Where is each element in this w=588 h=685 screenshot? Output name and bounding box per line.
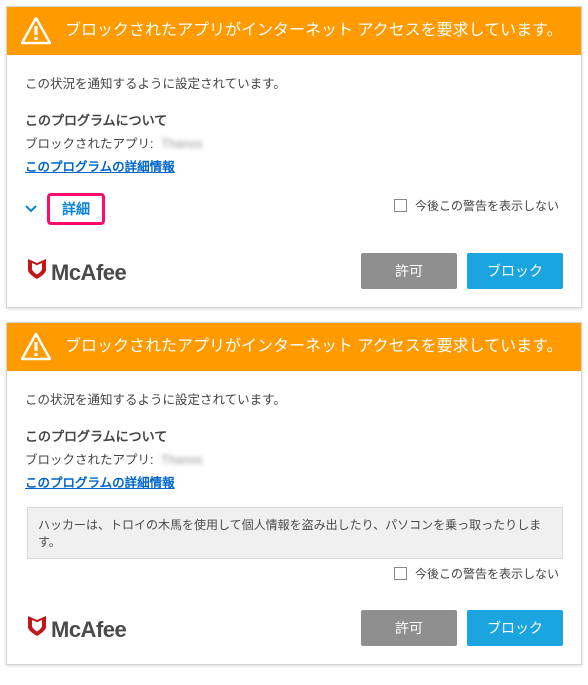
- program-details-link[interactable]: このプログラムの詳細情報: [25, 156, 175, 175]
- dialog-title: ブロックされたアプリがインターネット アクセスを要求しています。: [65, 19, 563, 42]
- mcafee-shield-icon: [25, 256, 49, 280]
- allow-button[interactable]: 許可: [361, 253, 457, 289]
- about-program-heading: このプログラムについて: [25, 426, 563, 445]
- firewall-alert-dialog-collapsed: ブロックされたアプリがインターネット アクセスを要求しています。 この状況を通知…: [6, 6, 582, 308]
- threat-info-strip: ハッカーは、トロイの木馬を使用して個人情報を盗み出したり、パソコンを乗っ取ったり…: [27, 507, 563, 559]
- chevron-down-icon[interactable]: [25, 203, 37, 215]
- suppress-warning-row: 今後この警告を表示しない: [25, 565, 559, 582]
- blocked-app-name: Thanos: [161, 137, 203, 151]
- block-button[interactable]: ブロック: [467, 610, 563, 646]
- dialog-footer: McAfee 許可 ブロック: [7, 590, 581, 664]
- blocked-app-line: ブロックされたアプリ: Thanos: [25, 133, 563, 152]
- notice-text: この状況を通知するように設定されています。: [25, 389, 563, 408]
- brand-logo: McAfee: [25, 613, 126, 643]
- details-toggle-link[interactable]: 詳細: [62, 201, 90, 217]
- brand-name: McAfee: [51, 617, 126, 643]
- dialog-body: この状況を通知するように設定されています。 このプログラムについて ブロックされ…: [7, 371, 581, 590]
- mcafee-shield-icon: [25, 613, 49, 637]
- dialog-header: ブロックされたアプリがインターネット アクセスを要求しています。: [7, 323, 581, 371]
- suppress-warning-label: 今後この警告を表示しない: [415, 565, 559, 582]
- about-program-heading: このプログラムについて: [25, 110, 563, 129]
- dialog-title: ブロックされたアプリがインターネット アクセスを要求しています。: [65, 335, 563, 358]
- blocked-app-name: Thanos: [161, 453, 203, 467]
- suppress-warning-label: 今後この警告を表示しない: [415, 197, 559, 214]
- suppress-warning-checkbox[interactable]: [394, 567, 407, 580]
- brand-name: McAfee: [51, 260, 126, 286]
- blocked-app-line: ブロックされたアプリ: Thanos: [25, 449, 563, 468]
- warning-icon: [21, 333, 51, 361]
- allow-button[interactable]: 許可: [361, 610, 457, 646]
- firewall-alert-dialog-expanded: ブロックされたアプリがインターネット アクセスを要求しています。 この状況を通知…: [6, 322, 582, 665]
- blocked-app-label: ブロックされたアプリ:: [25, 453, 153, 467]
- warning-icon: [21, 17, 51, 45]
- dialog-body: この状況を通知するように設定されています。 このプログラムについて ブロックされ…: [7, 55, 581, 233]
- details-toggle-row: 詳細: [25, 193, 105, 225]
- blocked-app-label: ブロックされたアプリ:: [25, 137, 153, 151]
- dialog-footer: McAfee 許可 ブロック: [7, 233, 581, 307]
- dialog-header: ブロックされたアプリがインターネット アクセスを要求しています。: [7, 7, 581, 55]
- notice-text: この状況を通知するように設定されています。: [25, 73, 563, 92]
- suppress-warning-row: 今後この警告を表示しない: [394, 197, 559, 214]
- brand-logo: McAfee: [25, 256, 126, 286]
- block-button[interactable]: ブロック: [467, 253, 563, 289]
- details-toggle-highlight: 詳細: [47, 193, 105, 225]
- suppress-warning-checkbox[interactable]: [394, 199, 407, 212]
- program-details-link[interactable]: このプログラムの詳細情報: [25, 472, 175, 491]
